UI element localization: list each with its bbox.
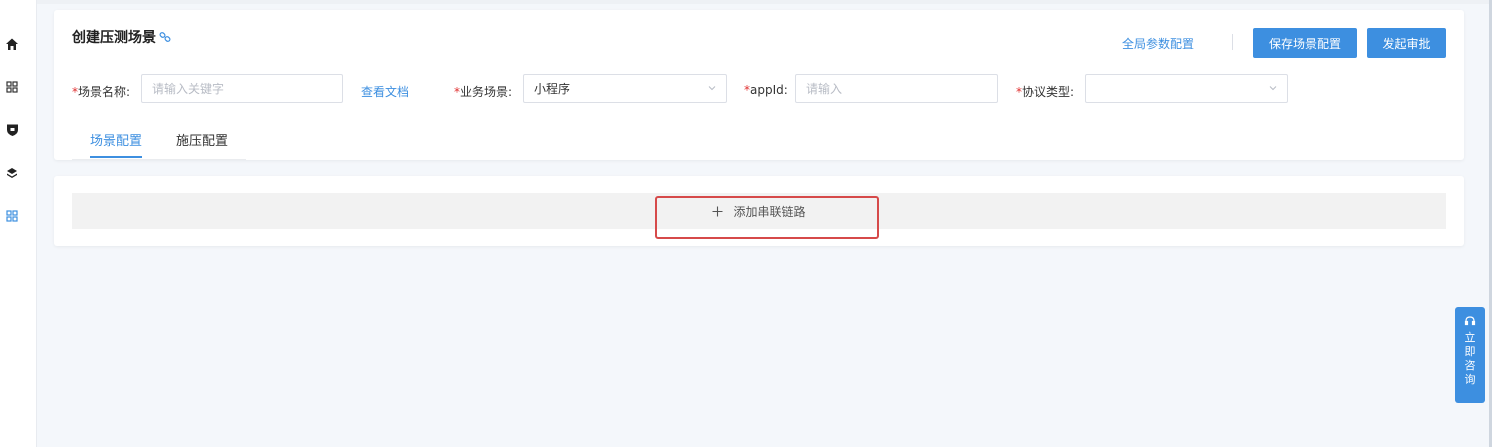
plus-icon (712, 206, 723, 216)
consult-label: 立即咨询 (1464, 331, 1476, 386)
active-tab-indicator (90, 156, 142, 158)
save-scene-button[interactable]: 保存场景配置 (1253, 28, 1357, 58)
view-docs-link[interactable]: 查看文档 (361, 83, 409, 100)
scene-config-card: 创建压测场景 全局参数配置 保存场景配置 发起审批 *场景名称: 请输入关键字 … (54, 10, 1464, 160)
tab-load-config[interactable]: 施压配置 (176, 130, 228, 149)
link-icon[interactable] (159, 31, 171, 43)
scene-name-placeholder: 请输入关键字 (152, 82, 225, 96)
chain-card: 添加串联链路 (54, 176, 1464, 246)
add-chain-button[interactable]: 添加串联链路 (72, 193, 1446, 229)
protocol-label: *协议类型: (1016, 85, 1075, 99)
grid-icon[interactable] (5, 80, 19, 94)
tab-bar-line (72, 159, 246, 160)
shield-icon[interactable] (5, 123, 19, 137)
page-title: 创建压测场景 (72, 27, 171, 47)
appid-input[interactable]: 请输入 (795, 74, 998, 103)
submit-approval-button[interactable]: 发起审批 (1367, 28, 1446, 58)
business-scene-label: *业务场景: (454, 85, 513, 99)
page-title-text: 创建压测场景 (72, 30, 156, 46)
config-tabs: 场景配置 施压配置 (72, 122, 472, 160)
consult-button[interactable]: 立即咨询 (1455, 307, 1485, 403)
scene-name-input[interactable]: 请输入关键字 (141, 74, 343, 103)
chevron-down-icon (1269, 86, 1277, 91)
home-icon[interactable] (5, 37, 19, 51)
scene-name-label: *场景名称: (72, 85, 131, 99)
appid-label: *appId: (744, 83, 788, 97)
business-scene-value: 小程序 (534, 82, 571, 96)
business-scene-select[interactable]: 小程序 (523, 74, 727, 103)
appid-placeholder: 请输入 (806, 82, 843, 96)
top-strip (37, 0, 1492, 4)
divider (1232, 34, 1233, 50)
add-chain-label: 添加串联链路 (733, 204, 806, 219)
chevron-down-icon (708, 86, 716, 91)
global-config-link[interactable]: 全局参数配置 (1122, 35, 1194, 52)
sidebar (0, 0, 37, 447)
apps-icon[interactable] (5, 209, 19, 223)
layers-icon[interactable] (5, 166, 19, 180)
protocol-select[interactable] (1085, 74, 1288, 103)
headset-icon (1464, 316, 1476, 326)
tab-scene-config[interactable]: 场景配置 (90, 130, 142, 149)
